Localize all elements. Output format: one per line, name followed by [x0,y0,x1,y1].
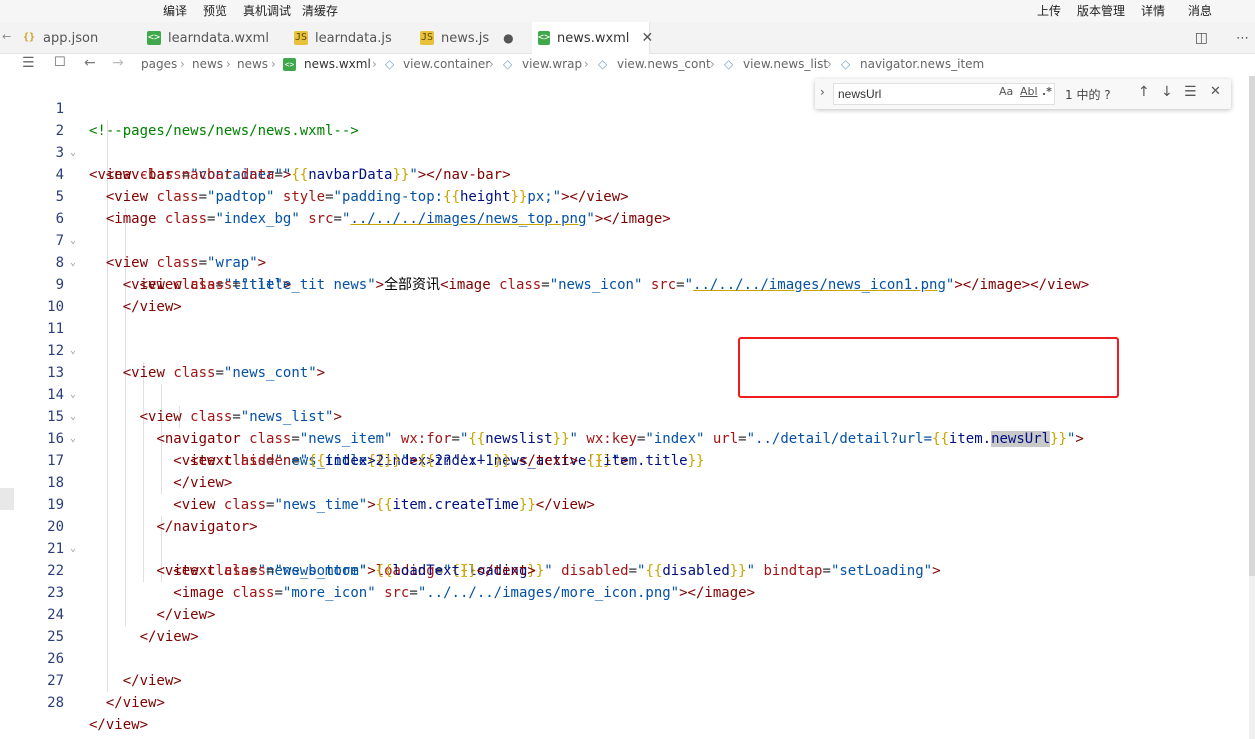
clear-cache-button[interactable]: 清缓存 [302,2,338,19]
next-match-icon[interactable]: ↓ [1161,84,1173,100]
wxml-file-icon: <> [538,31,551,45]
find-in-selection-icon[interactable]: ☰ [1184,84,1197,100]
toggle-replace-chevron-icon[interactable]: › [820,85,825,99]
unsaved-dot-icon: ● [503,31,514,45]
cube-icon: ◇ [841,57,851,71]
find-widget: › Aa Abl .* 1 中的 ? ↑ ↓ ☰ ✕ [815,79,1231,109]
code-line: 5 <image class="index_bg" src="../../../… [0,164,1245,227]
match-case-icon[interactable]: Aa [999,85,1013,98]
tab-actions: ◫ ⋯ [1195,22,1255,54]
breadcrumb-navigator-news-item[interactable]: navigator.news_item [860,57,984,71]
code-line: 27 </view> [0,648,1245,711]
chevron-right-icon: › [489,57,494,71]
chevron-right-icon: › [180,57,185,71]
code-line: 9 </view> [0,252,1245,315]
annotation-highlight-box [738,337,1119,398]
breadcrumb-news-2[interactable]: news [237,57,268,71]
code-line: 10 [0,274,1245,315]
chevron-right-icon: › [372,57,377,71]
breadcrumb-file[interactable]: news.wxml [304,57,371,71]
breadcrumb: ☰ ☐ ← → pages › news › news › <> news.wx… [0,54,1255,76]
code-line: 28 </view> [0,670,1245,733]
close-find-icon[interactable]: ✕ [1210,84,1221,99]
chevron-right-icon: › [271,57,276,71]
find-result-count: 1 中的 ? [1065,88,1111,102]
more-actions-icon[interactable]: ⋯ [1236,31,1249,46]
cube-icon: ◇ [503,57,513,71]
json-file-icon: {} [22,32,36,43]
breadcrumb-view-news-cont[interactable]: view.news_cont [617,57,711,71]
compile-button[interactable]: 编译 [163,2,187,19]
breadcrumb-view-wrap[interactable]: view.wrap [522,57,582,71]
code-line: 17 </view> [0,428,1245,491]
code-text: </view> [89,717,149,733]
code-text: </view> [105,695,165,711]
match-whole-word-icon[interactable]: Abl [1020,85,1038,98]
top-toolbar: 编译 预览 真机调试 清缓存 上传 版本管理 详情 消息 [0,0,1255,22]
bookmark-icon[interactable]: ☐ [54,55,66,70]
code-line: 21 <text class="news_more">{{loadText}}<… [0,516,1245,579]
cube-icon: ◇ [724,57,734,71]
chevron-right-icon: › [710,57,715,71]
remote-debug-button[interactable]: 真机调试 [243,2,291,19]
code-line: 7 ⌄ <view class="title"> [0,208,1245,293]
messages-button[interactable]: 消息 [1188,2,1212,19]
wxml-file-icon: <> [283,58,296,71]
js-file-icon: JS [420,31,434,45]
tab-scroll-left-icon[interactable]: ← [2,30,11,43]
tab-learndata-js[interactable]: JS learndata.js [288,22,408,54]
code-line: 20 ⌄ <view class="news_bottom" loading="… [0,494,1245,579]
code-line: 4 <view class="padtop" style="padding-to… [0,142,1245,205]
code-editor[interactable]: 1 <!--pages/news/news/news.wxml--> 2 ⌄ <… [0,76,1255,739]
chevron-right-icon: › [584,57,589,71]
scrollbar-thumb[interactable] [1249,76,1255,576]
tab-label: learndata.js [315,30,392,46]
code-line: 8 <view class="title_tit news">全部资讯<imag… [0,230,1245,293]
tab-label: news.js [441,30,490,46]
tab-label: learndata.wxml [168,30,269,46]
code-line: 26 </view> [0,626,1245,689]
breadcrumb-view-container[interactable]: view.container [403,57,490,71]
close-tab-icon[interactable]: ✕ [641,30,653,46]
chevron-right-icon: › [827,57,832,71]
code-line: 16 <text hidden="{{index>2}}">{{index+1}… [0,406,1245,469]
forward-icon[interactable]: → [112,55,124,71]
code-line: 19 </navigator> [0,472,1245,535]
code-line: 3 <nav-bar navbar-data="{{navbarData}}">… [0,120,1245,183]
preview-button[interactable]: 预览 [203,2,227,19]
cube-icon: ◇ [598,57,608,71]
outline-icon[interactable]: ☰ [22,55,35,71]
line-number: 28 [47,695,64,711]
details-button[interactable]: 详情 [1141,2,1165,19]
tab-label: app.json [43,30,99,46]
code-line: 11 ⌄ <view class="news_cont"> [0,296,1245,381]
js-file-icon: JS [294,31,308,45]
version-manage-button[interactable]: 版本管理 [1077,2,1125,19]
code-line: 25 [0,604,1245,645]
split-editor-icon[interactable]: ◫ [1195,30,1208,46]
code-line: 23 </view> [0,560,1245,623]
code-line: 6 ⌄ <view class="wrap"> [0,186,1245,271]
chevron-right-icon: › [226,57,231,71]
back-icon[interactable]: ← [84,55,96,71]
upload-button[interactable]: 上传 [1037,2,1061,19]
tab-app-json[interactable]: {} app.json [16,22,131,54]
breadcrumb-news-1[interactable]: news [192,57,223,71]
code-line: 24 </view> [0,582,1245,645]
cube-icon: ◇ [385,57,395,71]
editor-tab-bar: ← {} app.json <> learndata.wxml JS learn… [0,22,1255,54]
breadcrumb-pages[interactable]: pages [141,57,177,71]
breadcrumb-view-news-list[interactable]: view.news_list [743,57,828,71]
previous-match-icon[interactable]: ↑ [1138,84,1150,100]
code-line: 18 <view class="news_time">{{item.create… [0,450,1245,513]
tab-news-wxml[interactable]: <> news.wxml ✕ [532,22,653,54]
vertical-scrollbar[interactable] [1249,76,1255,739]
use-regex-icon[interactable]: .* [1042,85,1052,98]
wxml-file-icon: <> [147,31,161,45]
tab-learndata-wxml[interactable]: <> learndata.wxml [141,22,281,54]
code-line: 22 <image class="more_icon" src="../../.… [0,538,1245,601]
tab-news-js[interactable]: JS news.js ● [414,22,530,54]
tab-label: news.wxml [557,30,630,46]
